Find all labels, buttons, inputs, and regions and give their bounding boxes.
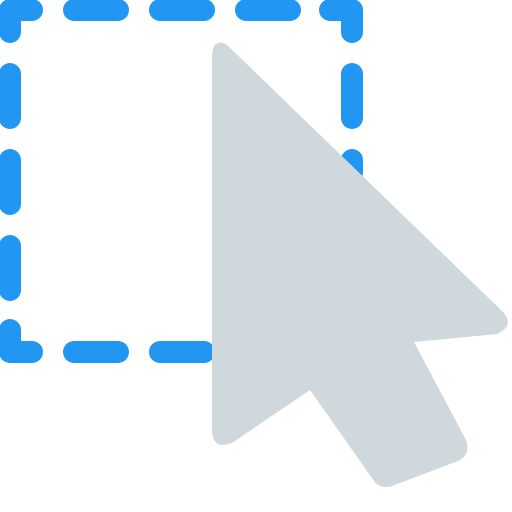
area-selection-graphic bbox=[0, 0, 508, 487]
area-selection-cursor-icon bbox=[0, 0, 512, 512]
marquee-corner-bottom-left bbox=[0, 319, 43, 363]
marquee-corner-top-left bbox=[0, 0, 43, 43]
marquee-corner-top-right bbox=[319, 0, 363, 43]
